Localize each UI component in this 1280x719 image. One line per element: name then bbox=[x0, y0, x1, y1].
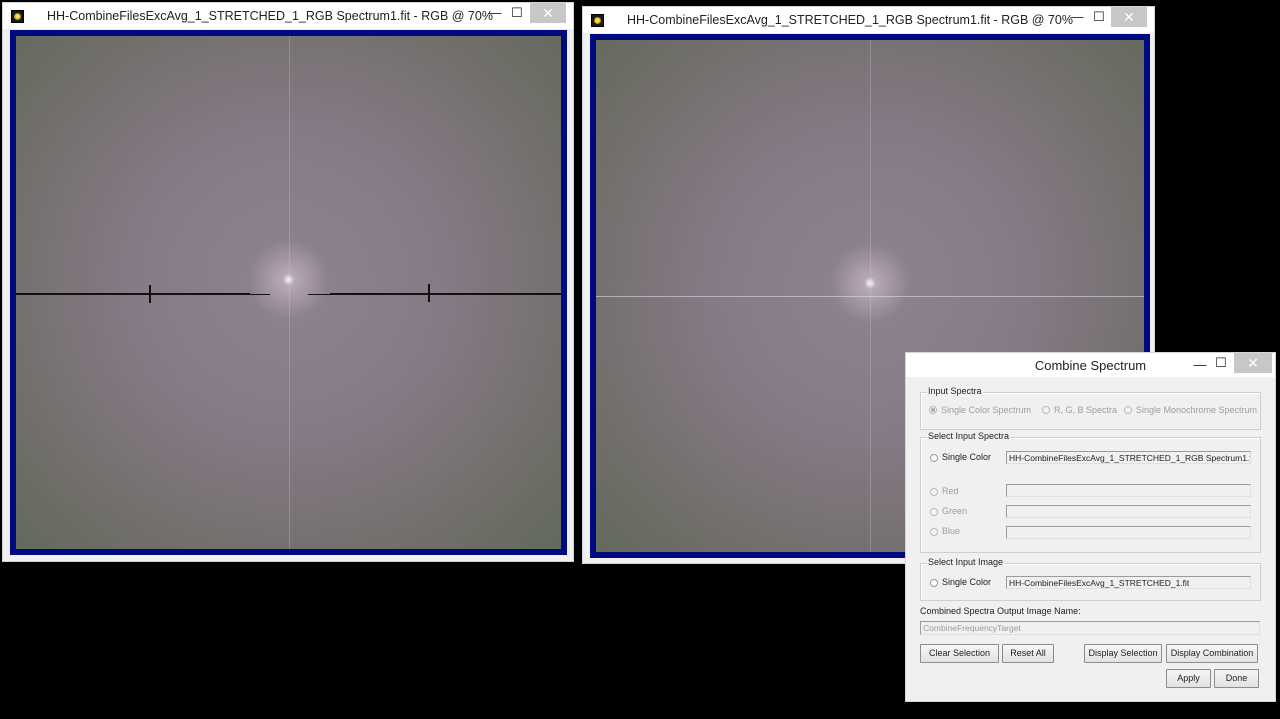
spectrum-selection-line-left[interactable] bbox=[16, 293, 250, 295]
display-combination-button[interactable]: Display Combination bbox=[1166, 644, 1258, 663]
select-input-image-legend: Select Input Image bbox=[927, 557, 1005, 567]
radio-blue-label: Blue bbox=[942, 526, 961, 536]
radio-single-color-spectrum[interactable] bbox=[929, 406, 937, 414]
radio-single-monochrome-spectrum-label: Single Monochrome Spectrum bbox=[1136, 405, 1258, 415]
done-button[interactable]: Done bbox=[1214, 669, 1259, 688]
minimize-button[interactable]: — bbox=[485, 3, 505, 23]
horizontal-axis-line bbox=[596, 296, 1144, 297]
maximize-button[interactable]: ☐ bbox=[1211, 353, 1231, 373]
radio-green[interactable] bbox=[930, 508, 938, 516]
vertical-axis-line bbox=[288, 36, 290, 549]
app-icon bbox=[591, 14, 604, 27]
radio-green-label: Green bbox=[942, 506, 968, 516]
output-name-label: Combined Spectra Output Image Name: bbox=[920, 606, 1081, 616]
spectrum-selection-line-left-tail bbox=[250, 294, 270, 295]
reset-all-button[interactable]: Reset All bbox=[1002, 644, 1054, 663]
close-button[interactable]: ✕ bbox=[1234, 353, 1272, 373]
radio-image-single-color[interactable] bbox=[930, 579, 938, 587]
clear-selection-button[interactable]: Clear Selection bbox=[920, 644, 999, 663]
radio-red-label: Red bbox=[942, 486, 959, 496]
single-color-spectrum-field[interactable]: HH-CombineFilesExcAvg_1_STRETCHED_1_RGB … bbox=[1006, 451, 1251, 464]
radio-red[interactable] bbox=[930, 488, 938, 496]
close-button[interactable]: ✕ bbox=[1111, 7, 1147, 27]
app-icon bbox=[11, 10, 24, 23]
radio-single-color-spectrum-label: Single Color Spectrum bbox=[941, 405, 1032, 415]
close-button[interactable]: ✕ bbox=[530, 3, 566, 23]
selection-tick-right[interactable] bbox=[428, 284, 430, 302]
green-spectrum-field[interactable] bbox=[1006, 505, 1251, 518]
combine-spectrum-dialog[interactable]: Combine Spectrum — ☐ ✕ Input Spectra Sin… bbox=[905, 352, 1276, 702]
spectrum-selection-line-right-tail bbox=[308, 294, 330, 295]
radio-rgb-spectra-label: R, G, B Spectra bbox=[1054, 405, 1118, 415]
red-spectrum-field[interactable] bbox=[1006, 484, 1251, 497]
spectrum-selection-line-right[interactable] bbox=[330, 293, 561, 295]
select-input-image-group: Select Input Image Single Color HH-Combi… bbox=[920, 557, 1261, 601]
maximize-button[interactable]: ☐ bbox=[1089, 7, 1109, 27]
dialog-titlebar[interactable]: Combine Spectrum — ☐ ✕ bbox=[906, 353, 1275, 377]
radio-image-single-color-label: Single Color bbox=[942, 577, 992, 587]
titlebar[interactable]: HH-CombineFilesExcAvg_1_STRETCHED_1_RGB … bbox=[3, 3, 573, 29]
output-name-field[interactable]: CombineFrequencyTarget bbox=[920, 621, 1260, 635]
minimize-button[interactable]: — bbox=[1067, 7, 1087, 27]
spectrum-image[interactable] bbox=[16, 36, 561, 549]
image-window-left[interactable]: HH-CombineFilesExcAvg_1_STRETCHED_1_RGB … bbox=[2, 2, 574, 562]
select-input-spectra-legend: Select Input Spectra bbox=[927, 431, 1011, 441]
radio-single-color[interactable] bbox=[930, 454, 938, 462]
titlebar[interactable]: HH-CombineFilesExcAvg_1_STRETCHED_1_RGB … bbox=[583, 7, 1154, 33]
selection-tick-left[interactable] bbox=[149, 285, 151, 303]
window-title: HH-CombineFilesExcAvg_1_STRETCHED_1_RGB … bbox=[47, 9, 493, 23]
display-selection-button[interactable]: Display Selection bbox=[1084, 644, 1162, 663]
select-input-spectra-group: Select Input Spectra Single Color HH-Com… bbox=[920, 431, 1261, 553]
input-image-field[interactable]: HH-CombineFilesExcAvg_1_STRETCHED_1.fit bbox=[1006, 576, 1251, 589]
maximize-button[interactable]: ☐ bbox=[507, 3, 527, 23]
blue-spectrum-field[interactable] bbox=[1006, 526, 1251, 539]
input-spectra-group: Input Spectra Single Color Spectrum R, G… bbox=[920, 386, 1261, 430]
radio-blue[interactable] bbox=[930, 528, 938, 536]
radio-single-monochrome-spectrum[interactable] bbox=[1124, 406, 1132, 414]
apply-button[interactable]: Apply bbox=[1166, 669, 1211, 688]
window-title: HH-CombineFilesExcAvg_1_STRETCHED_1_RGB … bbox=[627, 13, 1073, 27]
input-spectra-legend: Input Spectra bbox=[927, 386, 983, 396]
image-frame bbox=[10, 30, 567, 555]
radio-rgb-spectra[interactable] bbox=[1042, 406, 1050, 414]
minimize-button[interactable]: — bbox=[1190, 355, 1210, 375]
radio-single-color-label: Single Color bbox=[942, 452, 992, 462]
